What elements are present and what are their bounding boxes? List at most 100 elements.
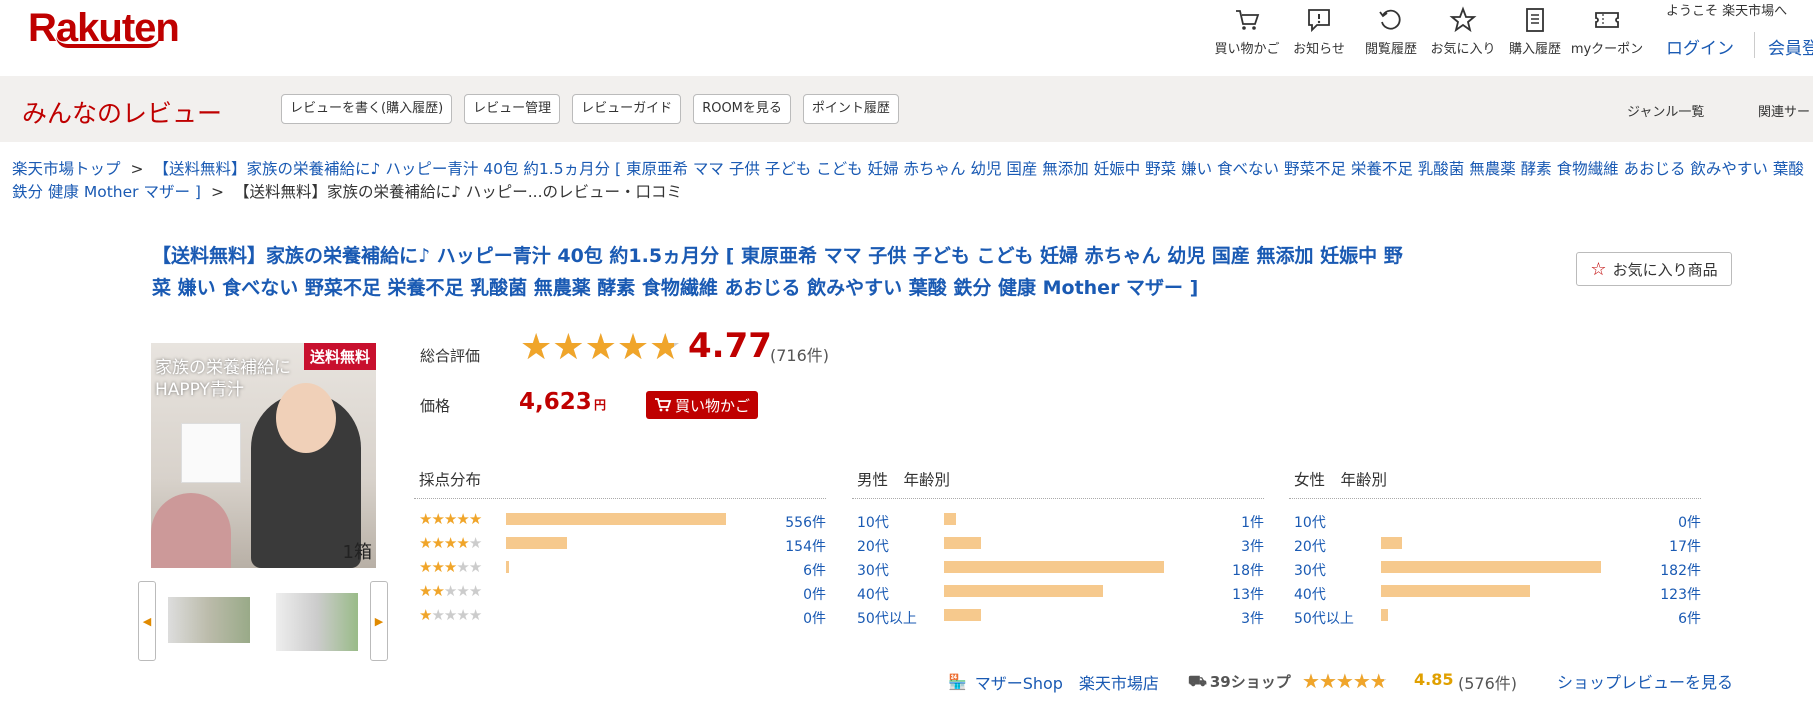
row-bar-track <box>1381 537 1601 549</box>
overall-rating-label: 総合評価 <box>420 347 481 365</box>
nav-purchase-history[interactable]: 購入履歴 <box>1500 6 1570 57</box>
distribution-row: 40代 123件 <box>1289 580 1701 604</box>
row-label: 50代以上 <box>1294 611 1354 627</box>
write-review-button[interactable]: レビューを書く(購入履歴) <box>281 94 453 124</box>
caret-right-icon: ▶ <box>374 614 384 628</box>
row-label: 20代 <box>857 539 889 555</box>
row-count: 3件 <box>1241 611 1264 627</box>
thumbnail-1[interactable] <box>168 597 250 643</box>
row-bar <box>944 513 957 525</box>
row-label: 30代 <box>857 563 889 579</box>
row-bar <box>506 561 509 573</box>
row-star: ★ <box>456 534 469 552</box>
breadcrumb-current: 【送料無料】家族の栄養補給に♪ ハッピー...のレビュー・口コミ <box>233 183 683 201</box>
product-title-link[interactable]: 【送料無料】家族の栄養補給に♪ ハッピー青汁 40包 約1.5ヵ月分 [ 東原亜… <box>152 240 1417 304</box>
row-count: 123件 <box>1660 587 1701 603</box>
row-bar <box>944 609 981 621</box>
row-star: ★ <box>468 558 482 576</box>
nav-history-label: 閲覧履歴 <box>1364 42 1417 57</box>
add-to-cart-button[interactable]: 買い物かご <box>646 391 759 419</box>
genre-list-link[interactable]: ジャンル一覧 <box>1627 101 1704 120</box>
nav-history[interactable]: 閲覧履歴 <box>1356 6 1426 57</box>
row-bar <box>1381 537 1402 549</box>
point-history-button[interactable]: ポイント履歴 <box>802 94 899 124</box>
row-star: ★ <box>456 558 469 576</box>
history-icon <box>1379 9 1401 30</box>
row-label: 30代 <box>1294 563 1326 579</box>
rating-star: ★ ★ <box>1369 669 1388 693</box>
thumbnail-prev-button[interactable]: ◀ <box>138 581 156 661</box>
shop-review-link[interactable]: ショップレビューを見る <box>1557 669 1733 693</box>
shop-review-count: (576件) <box>1458 674 1518 693</box>
shop-rating-score: 4.85 <box>1414 670 1454 689</box>
distribution-row: 20代 3件 <box>852 532 1264 556</box>
cart-icon <box>1236 10 1260 30</box>
row-bar <box>506 537 567 549</box>
distribution-row: ★★★★★ 154件 <box>414 532 826 556</box>
favorite-star-icon: ☆ <box>1590 258 1607 280</box>
price-unit: 円 <box>594 398 607 412</box>
review-management-button[interactable]: レビュー管理 <box>464 94 561 124</box>
row-count: 0件 <box>1678 515 1701 531</box>
row-star: ★ <box>468 606 482 624</box>
row-star: ★ <box>419 582 432 600</box>
row-bar-track <box>506 609 726 621</box>
row-count: 6件 <box>803 563 826 579</box>
logo-swoosh <box>56 36 160 48</box>
row-label: 10代 <box>857 515 889 531</box>
top-header: Rakuten 買い物かご お知らせ 閲覧履歴 お気に入り 購入履歴 myクーポ… <box>0 0 1813 76</box>
breadcrumb-home-link[interactable]: 楽天市場トップ <box>12 160 121 178</box>
add-to-cart-label: 買い物かご <box>675 396 751 415</box>
row-star: ★ <box>443 558 457 576</box>
row-star: ★ <box>431 606 444 624</box>
row-count: 13件 <box>1232 587 1264 603</box>
cart-icon <box>655 398 672 412</box>
breadcrumb-separator: > <box>130 160 144 178</box>
thumbnail-2[interactable] <box>276 593 358 651</box>
row-bar-track <box>506 513 726 525</box>
row-bar-track <box>944 561 1164 573</box>
row-star: ★ <box>456 606 469 624</box>
distribution-row: ★★★★★ 0件 <box>414 604 826 628</box>
nav-favorites[interactable]: お気に入り <box>1428 6 1498 57</box>
header-divider <box>1754 32 1755 58</box>
row-bar-track <box>944 585 1164 597</box>
nav-coupons[interactable]: myクーポン <box>1571 6 1643 57</box>
rating-star: ★ ★ <box>616 327 650 368</box>
row-label: 40代 <box>857 587 889 603</box>
row-bar-track <box>506 585 726 597</box>
rating-star: ★ ★ <box>1352 669 1371 693</box>
distribution-row: ★★★★★ 0件 <box>414 580 826 604</box>
page-title[interactable]: みんなのレビュー <box>22 94 222 130</box>
score-distribution-title: 採点分布 <box>414 468 826 499</box>
rating-star: ★ ★ <box>649 327 682 368</box>
row-count: 154件 <box>785 539 826 555</box>
image-caption-line1: 家族の栄養補給に <box>155 358 291 378</box>
row-bar-track <box>1381 561 1601 573</box>
nav-cart[interactable]: 買い物かご <box>1212 6 1282 57</box>
product-main-image[interactable]: 家族の栄養補給に HAPPY青汁 送料無料 1箱 <box>151 343 376 568</box>
shop-link[interactable]: 🏪 マザーShop 楽天市場店 <box>948 670 1189 694</box>
review-subnav: レビューを書く(購入履歴) レビュー管理 レビューガイド ROOMを見る ポイン… <box>281 94 911 124</box>
caret-left-icon: ◀ <box>142 614 152 628</box>
image-caption: 家族の栄養補給に HAPPY青汁 <box>155 357 291 401</box>
row-count: 18件 <box>1232 563 1264 579</box>
rating-star: ★ ★ <box>1335 669 1354 693</box>
room-button[interactable]: ROOMを見る <box>693 94 791 124</box>
row-count: 3件 <box>1241 539 1264 555</box>
favorite-item-button[interactable]: ☆ お気に入り商品 <box>1576 252 1732 286</box>
rating-star: ★ ★ <box>552 327 585 368</box>
row-bar-track <box>1381 585 1601 597</box>
row-star: ★ <box>443 534 457 552</box>
male-distribution-rows: 10代 1件 20代 3件 30代 18件 40代 13件 50代以上 3件 <box>852 499 1264 628</box>
female-distribution-rows: 10代 0件 20代 17件 30代 182件 40代 123件 50代以上 6件 <box>1289 499 1701 628</box>
free-shipping-tag: 送料無料 <box>303 343 376 370</box>
review-guide-button[interactable]: レビューガイド <box>572 94 682 124</box>
thumbnail-next-button[interactable]: ▶ <box>370 581 388 661</box>
notification-icon <box>1308 9 1330 33</box>
nav-notifications[interactable]: お知らせ <box>1284 6 1354 57</box>
login-link[interactable]: ログイン <box>1666 34 1734 59</box>
image-poster <box>181 423 241 483</box>
member-register-link[interactable]: 会員登 <box>1768 34 1813 59</box>
related-services-link[interactable]: 関連サー <box>1758 101 1810 120</box>
